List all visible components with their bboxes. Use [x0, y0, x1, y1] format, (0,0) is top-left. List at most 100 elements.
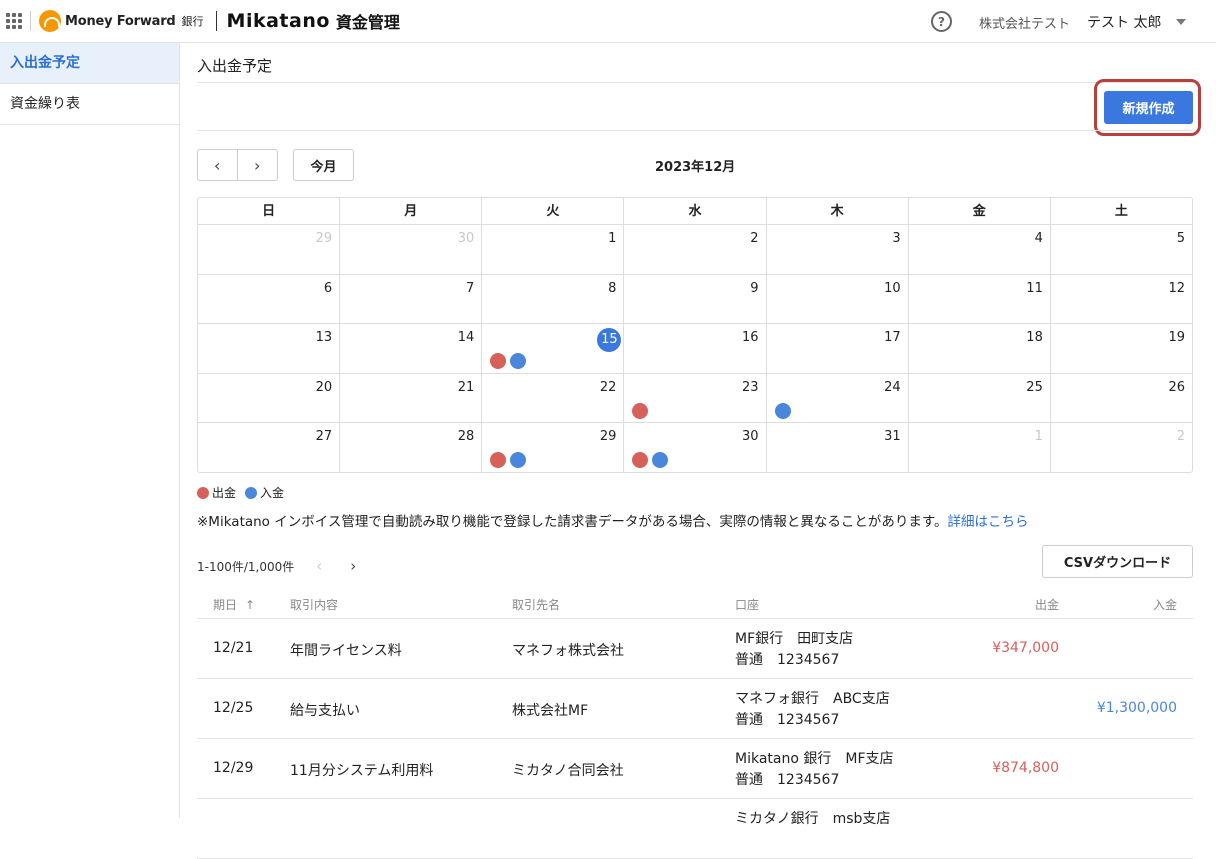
chevron-down-icon[interactable]: [1176, 19, 1186, 25]
table-header: 期日 ↑ 取引内容 取引先名 口座 出金 入金: [197, 589, 1193, 619]
calendar-day-cell[interactable]: 23: [624, 373, 767, 423]
calendar-week-row: 6 7 8 9 10 11 12: [198, 274, 1192, 325]
calendar-day-number: 2: [1176, 429, 1185, 445]
calendar-day-cell[interactable]: 28: [340, 423, 483, 473]
money-forward-bank-logo[interactable]: Money Forward 銀行: [39, 10, 204, 32]
new-button[interactable]: 新規作成: [1104, 91, 1193, 124]
calendar-day-number: 19: [1168, 330, 1185, 346]
calendar-day-cell[interactable]: 29: [198, 225, 341, 274]
notice-body: ※Mikatano インボイス管理で自動読み取り機能で登録した請求書データがある…: [197, 514, 948, 530]
calendar-day-cell[interactable]: 13: [198, 324, 341, 373]
calendar-day-number: 13: [315, 330, 333, 346]
table-row[interactable]: 12/29 11月分システム利用料 ミカタノ合同会社 ¥874,800 Mikatano…: [197, 739, 1193, 799]
weekday-label: 木: [767, 198, 909, 224]
table-row[interactable]: ミカタノ銀行 msb支店: [197, 799, 1193, 859]
column-header-date[interactable]: 期日 ↑: [213, 596, 255, 613]
calendar-day-cell[interactable]: 26: [1051, 374, 1192, 423]
sidebar-item-cash-flow-table[interactable]: 資金繰り表: [0, 84, 179, 125]
calendar-day-cell[interactable]: 11: [909, 274, 1051, 324]
this-month-button[interactable]: 今月: [293, 149, 354, 181]
calendar-day-cell[interactable]: 20: [198, 373, 341, 423]
calendar-weekday-header: 日 月 火 水 木 金 土: [198, 198, 1192, 225]
calendar-day-cell[interactable]: 18: [909, 324, 1051, 373]
calendar-day-cell[interactable]: 16: [624, 324, 767, 373]
calendar-day-cell[interactable]: 15: [482, 324, 625, 373]
help-icon[interactable]: ?: [931, 11, 952, 32]
cell-account: マネフォ銀行 ABC支店 普通 1234567: [735, 689, 890, 731]
legend-expense-label: 出金: [212, 486, 237, 500]
income-dot-icon[interactable]: [774, 402, 791, 419]
calendar-day-cell[interactable]: 25: [909, 373, 1051, 423]
event-markers: [632, 402, 649, 419]
income-dot-icon[interactable]: [510, 353, 527, 370]
user-name[interactable]: テスト 太郎: [1087, 12, 1161, 32]
event-markers: [774, 402, 791, 419]
calendar-day-cell[interactable]: 4: [909, 225, 1051, 274]
notice-text: ※Mikatano インボイス管理で自動読み取り機能で登録した請求書データがある…: [197, 510, 1028, 530]
page-title: 入出金予定: [197, 57, 273, 75]
calendar-day-cell[interactable]: 22: [482, 373, 625, 423]
month-title: 2023年12月: [655, 160, 736, 175]
calendar-day-cell[interactable]: 6: [198, 274, 341, 324]
cell-date: 12/25: [213, 700, 254, 716]
calendar-day-cell[interactable]: 12: [1051, 275, 1192, 324]
calendar-day-number: 4: [1034, 231, 1043, 246]
calendar-day-cell[interactable]: 5: [1051, 225, 1192, 274]
calendar-week-row: 20 21 22 23 24 25 26: [198, 373, 1192, 424]
calendar-day-cell[interactable]: 29: [482, 423, 625, 473]
calendar-day-number: 14: [457, 330, 475, 346]
calendar-day-cell[interactable]: 2: [624, 225, 767, 274]
calendar-day-cell[interactable]: 24: [767, 373, 909, 423]
calendar-day-cell[interactable]: 27: [198, 423, 341, 473]
calendar: 日 月 火 水 木 金 土 29 30 1 2 3 4 5 6 7 8 9 10 11 12 13 14 15 1…: [197, 197, 1193, 473]
calendar-day-cell[interactable]: 8: [482, 274, 625, 324]
calendar-day-number: 3: [892, 231, 901, 246]
calendar-day-cell[interactable]: 30: [624, 423, 767, 473]
calendar-day-cell[interactable]: 1: [482, 225, 625, 274]
calendar-day-cell[interactable]: 3: [767, 225, 909, 274]
calendar-day-number: 18: [1026, 330, 1043, 346]
income-dot-icon: [245, 486, 258, 499]
calendar-day-cell[interactable]: 19: [1051, 324, 1192, 373]
calendar-day-cell[interactable]: 1: [909, 423, 1051, 473]
prev-page-button[interactable]: ‹: [316, 557, 322, 575]
calendar-day-number: 29: [315, 231, 333, 246]
calendar-day-number: 26: [1168, 379, 1185, 395]
next-page-button[interactable]: ›: [350, 557, 356, 575]
calendar-day-cell[interactable]: 2: [1051, 423, 1192, 473]
app-grid-icon[interactable]: [6, 13, 22, 29]
calendar-day-cell[interactable]: 31: [767, 423, 909, 473]
calendar-day-number: 25: [1026, 379, 1043, 395]
cell-account: MF銀行 田町支店 普通 1234567: [735, 629, 853, 671]
cell-partner: 株式会社MF: [512, 703, 589, 719]
table-row[interactable]: 12/25 給与支払い 株式会社MF ¥1,300,000 マネフォ銀行 ABC支店 普通…: [197, 679, 1193, 739]
income-dot-icon[interactable]: [652, 452, 669, 469]
calendar-day-number: 22: [599, 379, 617, 395]
divider: [215, 11, 217, 31]
calendar-day-cell[interactable]: 30: [340, 225, 483, 274]
csv-download-button[interactable]: CSVダウンロード: [1042, 545, 1193, 578]
calendar-day-cell[interactable]: 14: [340, 324, 483, 373]
expense-dot-icon[interactable]: [490, 452, 507, 469]
sort-arrow-up-icon[interactable]: ↑: [245, 598, 255, 612]
table-row[interactable]: 12/21 年間ライセンス料 マネフォ株式会社 ¥347,000 MF銀行 田町支店 普通…: [197, 619, 1193, 679]
sidebar-item-cash-schedule[interactable]: 入出金予定: [0, 43, 179, 84]
expense-dot-icon[interactable]: [632, 402, 649, 419]
income-dot-icon[interactable]: [510, 452, 527, 469]
expense-dot-icon[interactable]: [490, 353, 507, 370]
calendar-day-number: 30: [742, 429, 759, 445]
calendar-day-cell[interactable]: 9: [624, 274, 767, 324]
prev-month-button[interactable]: ‹: [198, 150, 238, 180]
calendar-day-cell[interactable]: 7: [340, 274, 483, 324]
calendar-day-cell[interactable]: 17: [767, 324, 909, 373]
sidebar: 入出金予定 資金繰り表: [0, 43, 180, 818]
calendar-day-number: 10: [884, 280, 901, 296]
cell-expense: ¥347,000: [992, 640, 1059, 656]
expense-dot-icon[interactable]: [632, 452, 649, 469]
mikatano-logo[interactable]: Mikatano: [227, 10, 330, 32]
calendar-day-cell[interactable]: 10: [767, 274, 909, 324]
details-link[interactable]: 詳細はこちら: [947, 514, 1028, 530]
next-month-button[interactable]: ›: [238, 150, 278, 180]
legend-income-label: 入金: [260, 486, 285, 500]
calendar-day-cell[interactable]: 21: [340, 373, 483, 423]
